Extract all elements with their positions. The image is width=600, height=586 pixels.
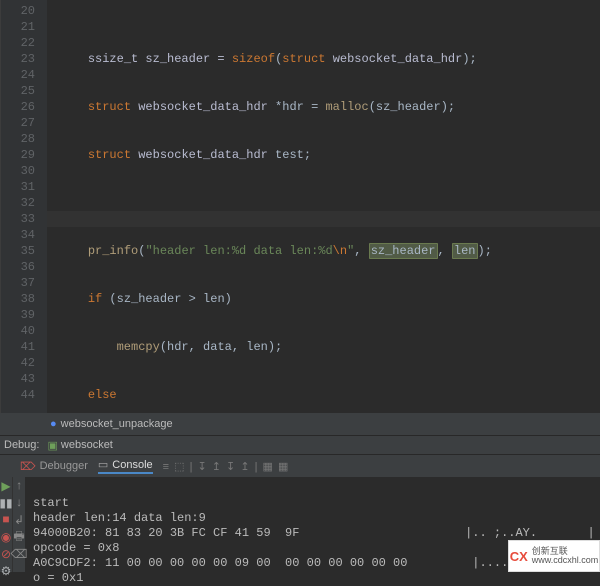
clear-icon[interactable]: ⌫ bbox=[13, 548, 25, 560]
line-number: 21 bbox=[1, 19, 35, 35]
line-number: 34 bbox=[1, 227, 35, 243]
line-number: 40 bbox=[1, 323, 35, 339]
breadcrumb-bar: ● websocket_unpackage bbox=[0, 413, 600, 435]
debug-config-name[interactable]: websocket bbox=[61, 439, 113, 451]
current-line-highlight bbox=[47, 211, 600, 227]
line-gutter: 2021222324252627282930313233343536373839… bbox=[1, 0, 47, 413]
function-icon: ● bbox=[50, 418, 57, 430]
stop-icon[interactable]: ■ bbox=[0, 514, 12, 526]
up-icon[interactable]: ↑ bbox=[13, 480, 25, 492]
wrap-icon[interactable]: ↲ bbox=[13, 514, 25, 526]
rerun-icon[interactable]: ▶ bbox=[0, 480, 12, 492]
debug-toolwindow-header[interactable]: Debug: ▣ websocket bbox=[0, 435, 600, 455]
line-number: 37 bbox=[1, 275, 35, 291]
line-number: 35 bbox=[1, 243, 35, 259]
tab-debugger[interactable]: ⌦ Debugger bbox=[20, 460, 88, 473]
line-number: 32 bbox=[1, 195, 35, 211]
code-body[interactable]: ssize_t sz_header = sizeof(struct websoc… bbox=[47, 0, 600, 413]
pause-icon[interactable]: ▮▮ bbox=[0, 497, 12, 509]
line-number: 38 bbox=[1, 291, 35, 307]
line-number: 42 bbox=[1, 355, 35, 371]
line-number: 29 bbox=[1, 147, 35, 163]
debugger-icon: ⌦ bbox=[20, 460, 36, 473]
line-number: 36 bbox=[1, 259, 35, 275]
console-icon: ▭ bbox=[98, 458, 108, 471]
toolbar-view-icons[interactable]: ≡ ⬚ | ↧ ↥ ↧ ↥ | ▦ ▦ bbox=[163, 460, 290, 473]
line-number: 25 bbox=[1, 83, 35, 99]
line-number: 31 bbox=[1, 179, 35, 195]
line-number: 44 bbox=[1, 387, 35, 403]
view-breakpoints-icon[interactable]: ◉ bbox=[0, 531, 12, 543]
run-config-icon: ▣ bbox=[47, 439, 57, 452]
code-line: if (sz_header > len) bbox=[59, 291, 600, 307]
line-number: 22 bbox=[1, 35, 35, 51]
code-line bbox=[59, 195, 600, 211]
code-line: pr_info("header len:%d data len:%d\n", s… bbox=[59, 243, 600, 259]
code-line: else bbox=[59, 387, 600, 403]
console-side-toolbar: ↑ ↓ ↲ 🖶 ⌫ bbox=[12, 477, 25, 572]
code-line: memcpy(hdr, data, len); bbox=[59, 339, 600, 355]
print-icon[interactable]: 🖶 bbox=[13, 531, 25, 543]
code-line: ssize_t sz_header = sizeof(struct websoc… bbox=[59, 51, 600, 67]
line-number: 28 bbox=[1, 131, 35, 147]
line-number: 41 bbox=[1, 339, 35, 355]
line-number: 24 bbox=[1, 67, 35, 83]
line-number: 39 bbox=[1, 307, 35, 323]
tab-console[interactable]: ▭ Console bbox=[98, 458, 153, 474]
code-line: struct websocket_data_hdr test; bbox=[59, 147, 600, 163]
code-editor[interactable]: 2021222324252627282930313233343536373839… bbox=[0, 0, 600, 413]
line-number: 23 bbox=[1, 51, 35, 67]
line-number: 43 bbox=[1, 371, 35, 387]
line-number: 30 bbox=[1, 163, 35, 179]
debug-label: Debug: bbox=[4, 439, 39, 451]
code-line: struct websocket_data_hdr *hdr = malloc(… bbox=[59, 99, 600, 115]
line-number: 27 bbox=[1, 115, 35, 131]
line-number: 20 bbox=[1, 3, 35, 19]
watermark-logo: CX 创新互联www.cdcxhl.com bbox=[508, 540, 600, 572]
debug-tabs-row: ⌦ Debugger ▭ Console ≡ ⬚ | ↧ ↥ ↧ ↥ | ▦ ▦ bbox=[0, 455, 600, 477]
line-number: 26 bbox=[1, 99, 35, 115]
breadcrumb-function[interactable]: websocket_unpackage bbox=[61, 418, 173, 430]
down-icon[interactable]: ↓ bbox=[13, 497, 25, 509]
settings-icon[interactable]: ⚙ bbox=[0, 565, 12, 577]
line-number: 33 bbox=[1, 211, 35, 227]
